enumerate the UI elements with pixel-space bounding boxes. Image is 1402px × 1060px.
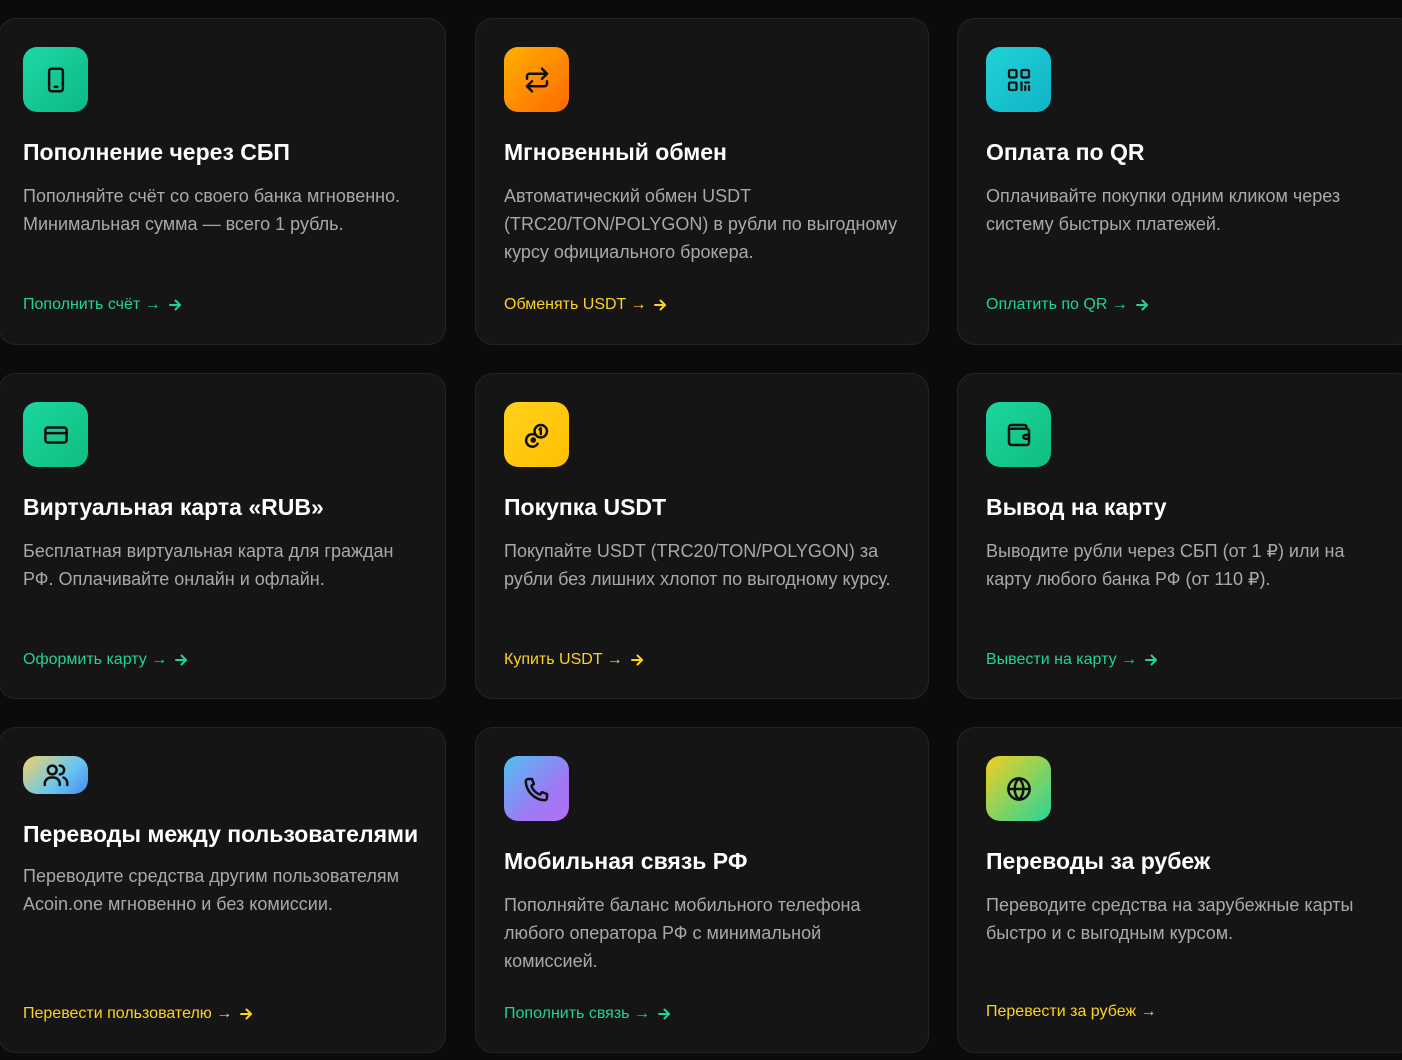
services-grid: Пополнение через СБП Пополняйте счёт со … — [0, 0, 1402, 1060]
card-withdraw: Вывод на карту Выводите рубли через СБП … — [957, 373, 1402, 699]
phone-call-icon — [504, 756, 569, 821]
phone-device-icon — [23, 47, 88, 112]
card-qr-payment: Оплата по QR Оплачивайте покупки одним к… — [957, 18, 1402, 345]
link-label: Вывести на карту → — [986, 651, 1138, 668]
card-description: Пополняйте баланс мобильного телефона лю… — [504, 895, 861, 971]
card-description: Автоматический обмен USDT (TRC20/TON/POL… — [504, 186, 898, 262]
link-label: Оплатить по QR → — [986, 296, 1128, 313]
arrow-right-icon — [657, 1008, 670, 1020]
arrow-right-icon — [1135, 299, 1148, 311]
card-p2p-transfers: Переводы между пользователями Переводите… — [0, 727, 446, 1053]
transfer-to-user-link[interactable]: Перевести пользователю → — [23, 1004, 254, 1024]
link-label: Пополнить счёт → — [23, 296, 161, 313]
card-title: Переводы между пользователями — [23, 821, 419, 847]
card-description: Переводите средства другим пользователям… — [23, 866, 399, 914]
card-buy-usdt: Покупка USDT Покупайте USDT (TRC20/TON/P… — [475, 373, 929, 699]
exchange-arrows-icon — [504, 47, 569, 112]
card-title: Мгновенный обмен — [504, 139, 727, 165]
arrow-right-icon — [168, 299, 181, 311]
link-label: Оформить карту → — [23, 651, 168, 668]
card-title: Виртуальная карта «RUB» — [23, 494, 324, 520]
card-description: Переводите средства на зарубежные карты … — [986, 895, 1354, 943]
wallet-icon — [986, 402, 1051, 467]
withdraw-to-card-link[interactable]: Вывести на карту → — [986, 650, 1159, 670]
card-title: Переводы за рубеж — [986, 848, 1211, 874]
arrow-right-icon — [240, 1008, 253, 1020]
arrow-right-icon — [630, 654, 643, 666]
card-description: Оплачивайте покупки одним кликом через с… — [986, 186, 1341, 234]
link-label: Пополнить связь → — [504, 1005, 650, 1022]
link-label: Перевести пользователю → — [23, 1005, 233, 1022]
card-title: Мобильная связь РФ — [504, 848, 748, 874]
topup-mobile-link[interactable]: Пополнить связь → — [504, 1004, 672, 1024]
card-title: Вывод на карту — [986, 494, 1167, 520]
globe-icon — [986, 756, 1051, 821]
credit-card-icon — [23, 402, 88, 467]
card-title: Пополнение через СБП — [23, 139, 290, 165]
link-label: Перевести за рубеж → — [986, 1003, 1157, 1020]
card-sbp-topup: Пополнение через СБП Пополняйте счёт со … — [0, 18, 446, 345]
card-mobile-topup: Мобильная связь РФ Пополняйте баланс моб… — [475, 727, 929, 1053]
link-label: Купить USDT → — [504, 651, 623, 668]
exchange-usdt-link[interactable]: Обменять USDT → — [504, 295, 668, 315]
arrow-right-icon — [1145, 654, 1158, 666]
card-description: Покупайте USDT (TRC20/TON/POLYGON) за ру… — [504, 541, 891, 589]
card-international-transfers: Переводы за рубеж Переводите средства на… — [957, 727, 1402, 1053]
card-description: Пополняйте счёт со своего банка мгновенн… — [23, 186, 401, 234]
link-label: Обменять USDT → — [504, 296, 647, 313]
card-description: Выводите рубли через СБП (от 1 ₽) или на… — [986, 541, 1345, 589]
issue-card-link[interactable]: Оформить карту → — [23, 650, 189, 670]
buy-usdt-link[interactable]: Купить USDT → — [504, 650, 645, 670]
card-virtual-card: Виртуальная карта «RUB» Бесплатная вирту… — [0, 373, 446, 699]
pay-by-qr-link[interactable]: Оплатить по QR → — [986, 295, 1150, 315]
arrow-right-icon — [175, 654, 188, 666]
card-instant-exchange: Мгновенный обмен Автоматический обмен US… — [475, 18, 929, 345]
transfer-abroad-link[interactable]: Перевести за рубеж → — [986, 1002, 1157, 1022]
coins-icon — [504, 402, 569, 467]
users-icon — [23, 756, 88, 794]
card-description: Бесплатная виртуальная карта для граждан… — [23, 541, 394, 589]
card-title: Покупка USDT — [504, 494, 667, 520]
qr-code-icon — [986, 47, 1051, 112]
card-title: Оплата по QR — [986, 139, 1145, 165]
topup-account-link[interactable]: Пополнить счёт → — [23, 295, 183, 315]
arrow-right-icon — [654, 299, 667, 311]
